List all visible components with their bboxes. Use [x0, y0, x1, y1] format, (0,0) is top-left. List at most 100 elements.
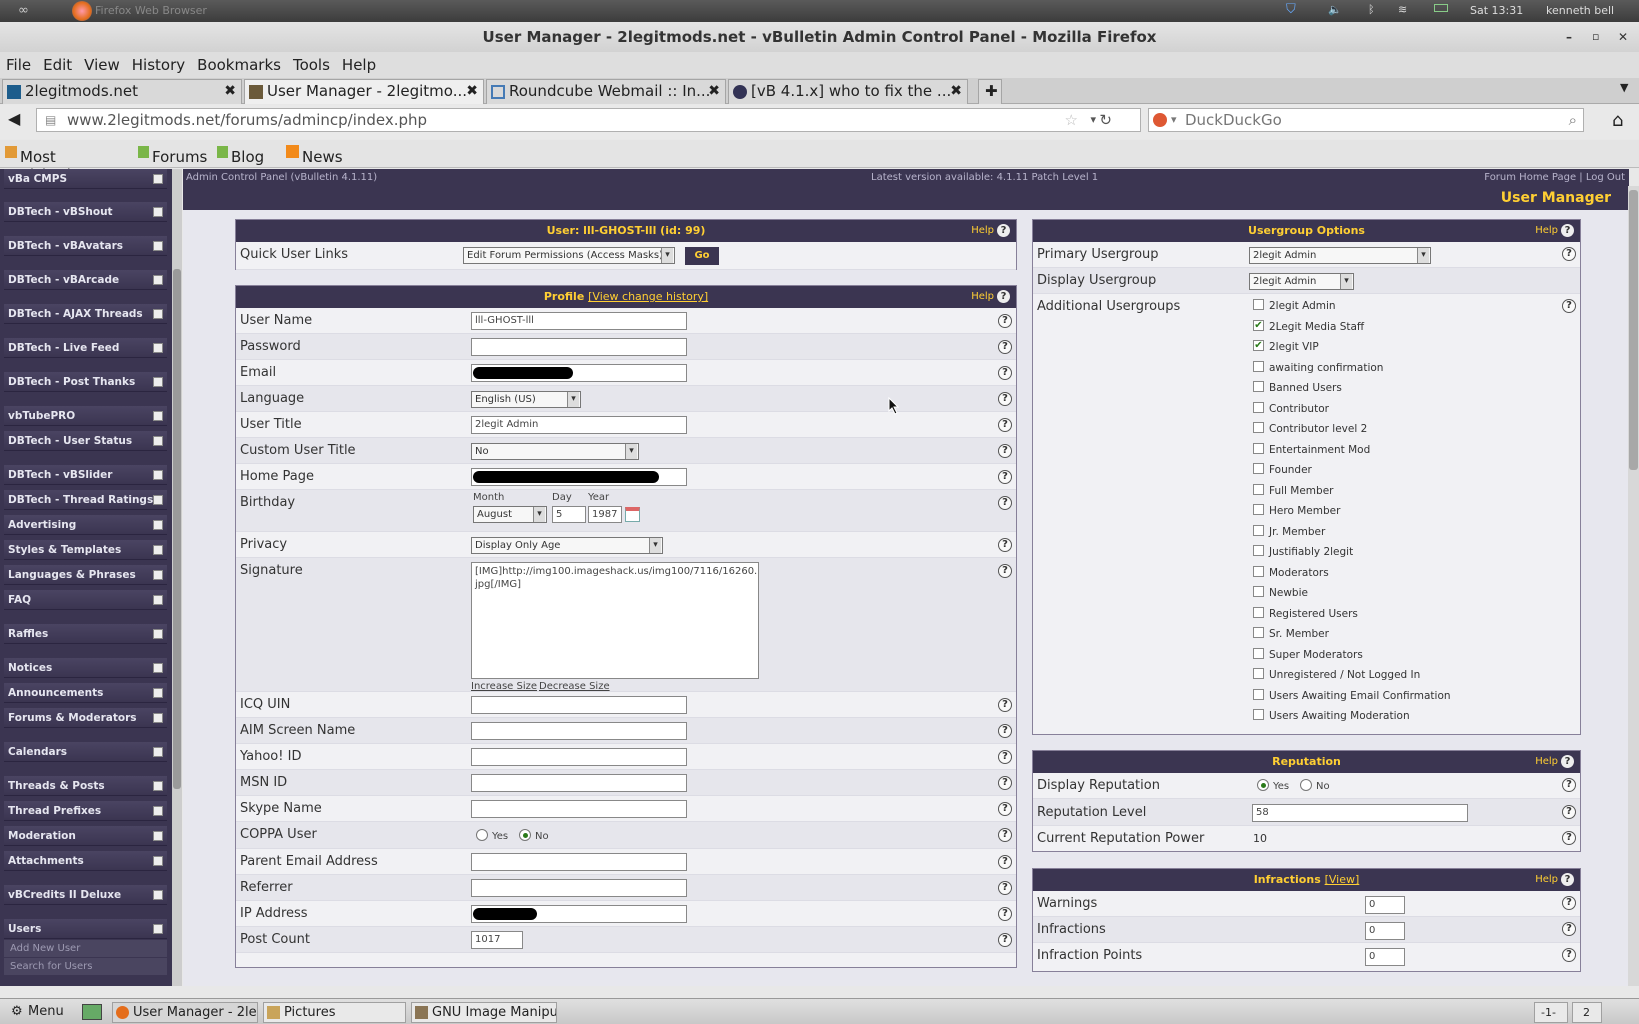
help-icon[interactable]: ?	[998, 470, 1012, 484]
help-icon[interactable]: ?	[998, 496, 1012, 510]
help-link[interactable]: Help?	[971, 286, 1010, 308]
help-icon[interactable]: ?	[998, 881, 1012, 895]
usergroup-checkbox[interactable]	[1253, 422, 1264, 433]
sidebar-subitem-add-new-user[interactable]: Add New User	[4, 940, 167, 957]
help-icon[interactable]: ?	[998, 933, 1012, 947]
expand-icon[interactable]	[153, 343, 163, 353]
increase-size-link[interactable]: Increase Size	[471, 681, 537, 692]
close-window-icon[interactable]: ✕	[1618, 22, 1628, 52]
sidebar-item-ajax-threads[interactable]: DBTech - AJAX Threads	[4, 304, 167, 324]
home-page-field[interactable]	[471, 468, 687, 486]
site-identity-icon[interactable]: ▤	[45, 109, 56, 131]
sidebar-item-languages-phrases[interactable]: Languages & Phrases	[4, 565, 167, 585]
expand-icon[interactable]	[153, 470, 163, 480]
menu-file[interactable]: File	[0, 52, 37, 78]
back-icon[interactable]: ◀	[8, 109, 20, 128]
expand-icon[interactable]	[153, 241, 163, 251]
help-icon[interactable]: ?	[1562, 948, 1576, 962]
page-scrollbar[interactable]	[1628, 186, 1639, 986]
help-icon[interactable]: ?	[998, 444, 1012, 458]
help-link[interactable]: Help?	[1535, 220, 1574, 242]
menu-edit[interactable]: Edit	[37, 52, 78, 78]
help-link[interactable]: Help?	[1535, 751, 1574, 773]
usergroup-checkbox[interactable]	[1253, 709, 1264, 720]
sidebar-item-vbavatars[interactable]: DBTech - vBAvatars	[4, 236, 167, 256]
user-name[interactable]: kenneth bell	[1546, 4, 1614, 17]
expand-icon[interactable]	[153, 545, 163, 555]
menu-bookmarks[interactable]: Bookmarks	[191, 52, 287, 78]
sidebar-item-vbarcade[interactable]: DBTech - vBArcade	[4, 270, 167, 290]
usergroup-checkbox[interactable]	[1253, 586, 1264, 597]
expand-icon[interactable]	[153, 520, 163, 530]
help-icon[interactable]: ?	[998, 392, 1012, 406]
coppa-yes-radio[interactable]	[476, 829, 488, 841]
sidebar-scrollbar[interactable]	[172, 169, 182, 986]
referrer-field[interactable]	[471, 879, 687, 897]
sidebar-item-moderation[interactable]: Moderation	[4, 826, 167, 846]
sidebar-item-thread-prefixes[interactable]: Thread Prefixes	[4, 801, 167, 821]
expand-icon[interactable]	[153, 806, 163, 816]
user-title-field[interactable]: 2legit Admin	[471, 416, 687, 434]
help-icon[interactable]: ?	[998, 340, 1012, 354]
primary-usergroup-select[interactable]: 2legit Admin	[1249, 247, 1431, 264]
bookmark-blog[interactable]: Blog	[217, 144, 264, 166]
maximize-icon[interactable]: ▫	[1592, 22, 1599, 52]
usergroup-checkbox[interactable]	[1253, 483, 1264, 495]
email-field[interactable]	[471, 364, 687, 382]
help-icon[interactable]: ?	[998, 776, 1012, 790]
birth-month-select[interactable]: August	[473, 506, 547, 523]
help-icon[interactable]: ?	[1562, 778, 1576, 792]
help-icon[interactable]: ?	[998, 855, 1012, 869]
close-tab-icon[interactable]: ✖	[466, 80, 478, 103]
usergroup-checkbox[interactable]	[1253, 442, 1264, 454]
collapse-icon[interactable]	[153, 924, 163, 934]
bookmark-most-visited[interactable]: Most Visited ▾	[5, 144, 71, 202]
menu-history[interactable]: History	[126, 52, 191, 78]
taskbar-item-gimp[interactable]: GNU Image Manipul...	[411, 1002, 557, 1023]
bookmark-star-icon[interactable]: ☆	[1065, 109, 1078, 131]
icq-field[interactable]	[471, 696, 687, 714]
scrollbar-thumb[interactable]	[173, 269, 181, 789]
history-dropdown-icon[interactable]: ▾	[1090, 109, 1096, 131]
expand-icon[interactable]	[153, 174, 163, 184]
usergroup-checkbox[interactable]	[1253, 524, 1264, 536]
bookmark-news[interactable]: News ▾	[286, 144, 343, 184]
bluetooth-icon[interactable]: ᛒ	[1368, 3, 1375, 16]
expand-icon[interactable]	[153, 411, 163, 421]
birth-day-field[interactable]: 5	[552, 506, 586, 523]
usergroup-checkbox[interactable]	[1253, 627, 1264, 638]
display-usergroup-select[interactable]: 2legit Admin	[1249, 273, 1354, 290]
go-button[interactable]: Go	[685, 247, 719, 265]
quick-links-select[interactable]: Edit Forum Permissions (Access Masks)	[463, 247, 675, 264]
tab-user-manager[interactable]: User Manager - 2legitmo... ✖	[244, 79, 484, 104]
wifi-icon[interactable]: ≋	[1398, 3, 1407, 16]
view-infractions-link[interactable]: [View]	[1325, 873, 1360, 886]
forum-home-logout-links[interactable]: Forum Home Page | Log Out	[1484, 169, 1625, 186]
help-icon[interactable]: ?	[998, 907, 1012, 921]
search-engine-dropdown-icon[interactable]: ▾	[1171, 109, 1177, 131]
expand-icon[interactable]	[153, 890, 163, 900]
privacy-select[interactable]: Display Only Age	[471, 537, 663, 554]
msn-field[interactable]	[471, 774, 687, 792]
expand-icon[interactable]	[153, 495, 163, 505]
signature-textarea[interactable]: [IMG]http://img100.imageshack.us/img100/…	[471, 562, 759, 679]
expand-icon[interactable]	[153, 377, 163, 387]
help-icon[interactable]: ?	[998, 828, 1012, 842]
aim-field[interactable]	[471, 722, 687, 740]
close-tab-icon[interactable]: ✖	[950, 80, 962, 103]
usergroup-checkbox[interactable]	[1253, 299, 1264, 310]
expand-icon[interactable]	[153, 713, 163, 723]
sidebar-item-faq[interactable]: FAQ	[4, 590, 167, 610]
help-icon[interactable]: ?	[998, 418, 1012, 432]
usergroup-checkbox[interactable]	[1253, 668, 1264, 679]
sidebar-item-user-status[interactable]: DBTech - User Status	[4, 431, 167, 451]
usergroup-checkbox[interactable]	[1253, 381, 1264, 392]
expand-icon[interactable]	[153, 629, 163, 639]
sidebar-item-vbcredits[interactable]: vBCredits II Deluxe	[4, 885, 167, 905]
sidebar-item-vba-cmps[interactable]: vBa CMPS	[4, 169, 167, 189]
parent-email-field[interactable]	[471, 853, 687, 871]
workspace-2[interactable]: 2	[1572, 1002, 1602, 1023]
custom-title-select[interactable]: No	[471, 443, 639, 460]
help-icon[interactable]: ?	[998, 724, 1012, 738]
yahoo-field[interactable]	[471, 748, 687, 766]
